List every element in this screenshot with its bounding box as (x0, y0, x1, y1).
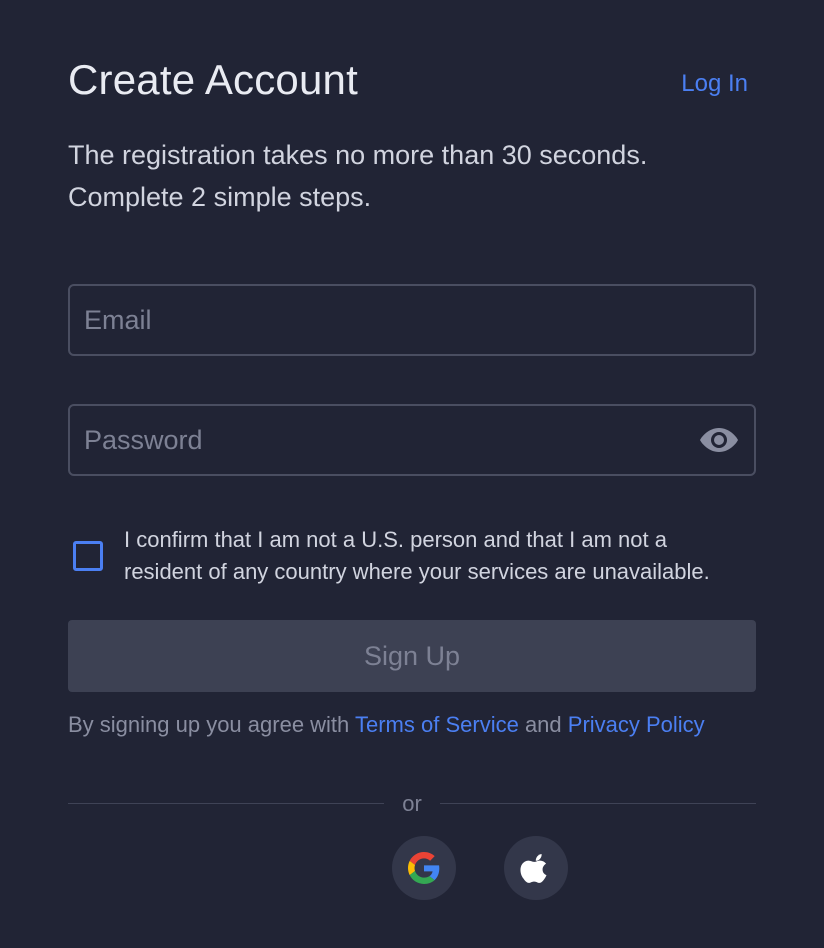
apple-icon (520, 854, 547, 883)
confirm-row: I confirm that I am not a U.S. person an… (68, 524, 756, 594)
divider-label: or (402, 791, 422, 816)
terms-of-service-link[interactable]: Terms of Service (355, 712, 519, 737)
agreement-text: By signing up you agree with Terms of Se… (68, 708, 768, 742)
confirm-label-line-1: I confirm that I am not a U.S. person an… (124, 527, 667, 552)
divider-line-right (440, 803, 756, 804)
header: Create Account Log In (68, 54, 756, 110)
subtitle-line-2: Complete 2 simple steps. (68, 182, 372, 212)
page-title: Create Account (68, 56, 358, 103)
confirm-label-line-2: resident of any country where your servi… (124, 559, 710, 584)
confirm-label: I confirm that I am not a U.S. person an… (124, 524, 764, 588)
privacy-policy-link[interactable]: Privacy Policy (568, 712, 705, 737)
subtitle-line-1: The registration takes no more than 30 s… (68, 140, 648, 170)
email-input[interactable] (84, 286, 684, 354)
google-sign-in-button[interactable] (392, 836, 456, 900)
google-icon (408, 852, 440, 884)
subtitle: The registration takes no more than 30 s… (68, 134, 756, 218)
password-field-container (68, 404, 756, 476)
show-password-icon[interactable] (698, 424, 740, 456)
apple-sign-in-button[interactable] (504, 836, 568, 900)
or-divider: or (68, 790, 756, 818)
login-link[interactable]: Log In (681, 69, 748, 99)
confirm-checkbox[interactable] (73, 541, 103, 571)
divider-line-left (68, 803, 384, 804)
agreement-prefix: By signing up you agree with (68, 712, 355, 737)
sign-up-button[interactable]: Sign Up (68, 620, 756, 692)
email-field-container (68, 284, 756, 356)
agreement-conjunction: and (518, 712, 568, 737)
password-input[interactable] (84, 406, 684, 474)
